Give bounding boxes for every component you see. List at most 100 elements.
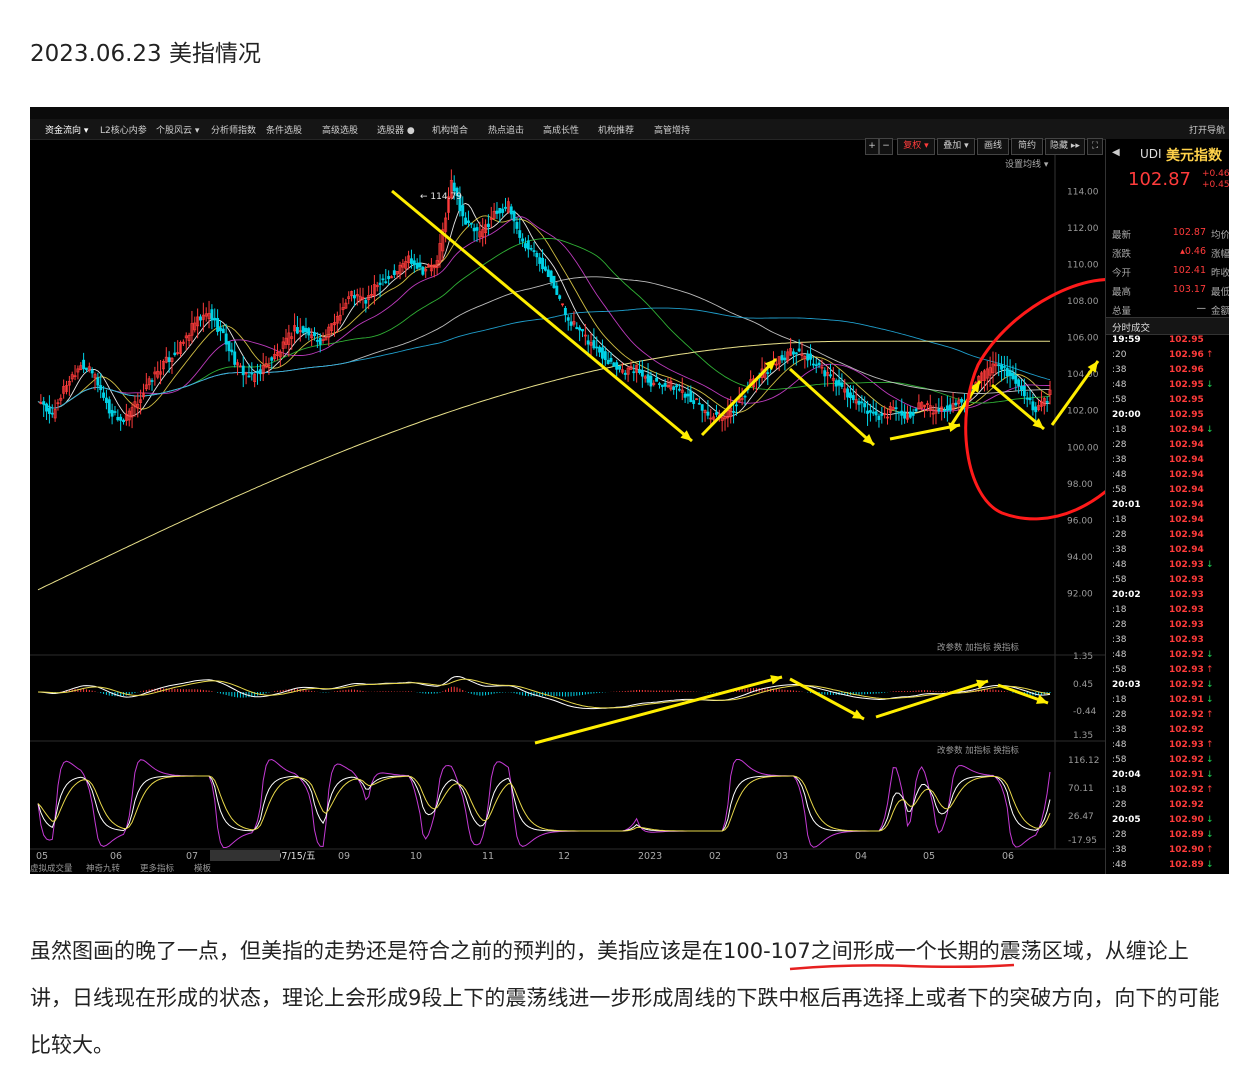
- high-price-label: ← 114.79: [420, 192, 462, 202]
- overlay-button[interactable]: 叠加 ▾: [937, 138, 975, 155]
- candle-body: [780, 355, 784, 361]
- candle-body: [840, 382, 844, 387]
- date-tick-label: 02: [709, 851, 721, 862]
- expand-icon[interactable]: ⛶: [1087, 138, 1103, 155]
- candle-body: [897, 411, 901, 414]
- prev-arrow-icon[interactable]: ◀: [1112, 147, 1120, 158]
- candle-body: [794, 352, 798, 355]
- candle-body: [1025, 397, 1029, 400]
- candle-body: [122, 419, 125, 423]
- candle-body: [911, 411, 915, 416]
- candle-body: [697, 402, 701, 405]
- tick-row: 20:02 102.93: [1112, 590, 1204, 600]
- candle-body: [313, 332, 316, 337]
- candle-body: [609, 357, 613, 362]
- macd-tick-label: -0.44: [1073, 707, 1097, 717]
- candle-body: [1011, 372, 1015, 380]
- candle-body: [640, 370, 644, 377]
- candle-body: [569, 321, 573, 326]
- kdj-tick-label: 70.11: [1068, 784, 1094, 794]
- candle-body: [518, 230, 522, 238]
- candle-body: [655, 377, 659, 382]
- candle-body: [504, 206, 507, 209]
- arrow-line: [391, 189, 693, 443]
- tick-row: 19:59 102.95: [1112, 335, 1204, 345]
- zoom-out-button[interactable]: −: [879, 138, 893, 155]
- bottom-tab[interactable]: 更多指标: [140, 863, 175, 874]
- candle-body: [541, 257, 545, 270]
- candle-body: [50, 412, 54, 415]
- draw-line-button[interactable]: 画线: [977, 138, 1009, 155]
- open-nav-button[interactable]: 打开导航: [1189, 123, 1225, 136]
- fuquan-button[interactable]: 复权 ▾: [897, 138, 935, 155]
- candle-body: [894, 407, 898, 410]
- candle-body: [218, 327, 222, 332]
- macd-tick-label: 1.35: [1073, 652, 1093, 662]
- candle-body: [498, 207, 502, 214]
- candle-body: [692, 400, 696, 404]
- candle-body: [116, 417, 120, 421]
- candle-body: [552, 275, 556, 288]
- tick-row: :18 102.91 ↓: [1112, 695, 1214, 705]
- candle-body: [102, 392, 106, 398]
- price-tick-label: 96.00: [1067, 516, 1093, 526]
- candle-body: [104, 397, 108, 403]
- tick-row: :28 102.94: [1112, 440, 1204, 450]
- candle-body: [241, 365, 245, 376]
- candle-body: [880, 413, 884, 416]
- candle-body: [960, 398, 964, 403]
- macd-panel-buttons: 改参数 加指标 换指标: [937, 642, 1019, 653]
- candle-body: [612, 362, 616, 367]
- brief-button[interactable]: 简约: [1011, 138, 1043, 155]
- price-tick-label: 106.00: [1067, 334, 1099, 344]
- candle-body: [412, 260, 416, 265]
- tick-row: :20 102.96 ↑: [1112, 350, 1214, 360]
- date-tick-label: 05: [923, 851, 935, 862]
- quote-row: 总量 — 金额: [1112, 303, 1229, 317]
- bottom-tab[interactable]: 虚拟成交量: [30, 863, 73, 874]
- candle-body: [352, 295, 356, 299]
- candle-body: [675, 385, 679, 388]
- candle-body: [1002, 366, 1006, 368]
- candle-body: [914, 408, 918, 412]
- kdj-panel-buttons: 改参数 加指标 换指标: [937, 745, 1019, 756]
- candle-body: [806, 353, 810, 361]
- macd-histogram: [40, 686, 1051, 698]
- bottom-tab[interactable]: 模板: [194, 863, 212, 874]
- date-tick-label: 12: [558, 851, 570, 862]
- candle-body: [501, 208, 505, 213]
- candle-body: [486, 223, 490, 228]
- bottom-tab[interactable]: 神奇九转: [86, 863, 121, 874]
- candle-body: [409, 258, 413, 264]
- candle-body: [783, 357, 787, 361]
- tick-row: :48 102.93 ↑: [1112, 740, 1214, 750]
- hide-indicator-button[interactable]: 隐藏 ▸▸: [1045, 138, 1085, 155]
- candle-body: [96, 377, 100, 386]
- candle-body: [851, 395, 855, 400]
- candle-body: [715, 412, 718, 415]
- candle-body: [378, 282, 382, 285]
- set-ma-button[interactable]: 设置均线 ▾: [1005, 157, 1048, 170]
- candle-body: [811, 363, 815, 366]
- tick-row: :48 102.89 ↓: [1112, 860, 1214, 870]
- candle-body: [295, 327, 299, 334]
- candle-body: [809, 353, 812, 360]
- quote-price: 102.87: [1128, 169, 1191, 190]
- zoom-in-button[interactable]: +: [865, 138, 879, 155]
- candle-body: [247, 375, 251, 378]
- candle-body: [384, 281, 388, 284]
- candle-body: [90, 369, 94, 374]
- quote-code: UDI: [1140, 147, 1162, 161]
- candle-body: [997, 364, 1001, 367]
- post-body: 虽然图画的晚了一点，但美指的走势还是符合之前的预判的，美指应该是在100-107…: [30, 939, 1220, 1057]
- price-tick-label: 98.00: [1067, 480, 1093, 490]
- candle-body: [615, 362, 619, 370]
- date-tick-label: 06: [110, 851, 122, 862]
- quote-name: 美元指数: [1166, 148, 1222, 164]
- date-tick-label: 05: [36, 851, 48, 862]
- candle-body: [829, 374, 832, 377]
- tick-row: :48 102.92 ↓: [1112, 650, 1214, 660]
- candle-body: [538, 257, 542, 264]
- candle-body: [1045, 401, 1049, 403]
- candle-body: [1008, 370, 1012, 377]
